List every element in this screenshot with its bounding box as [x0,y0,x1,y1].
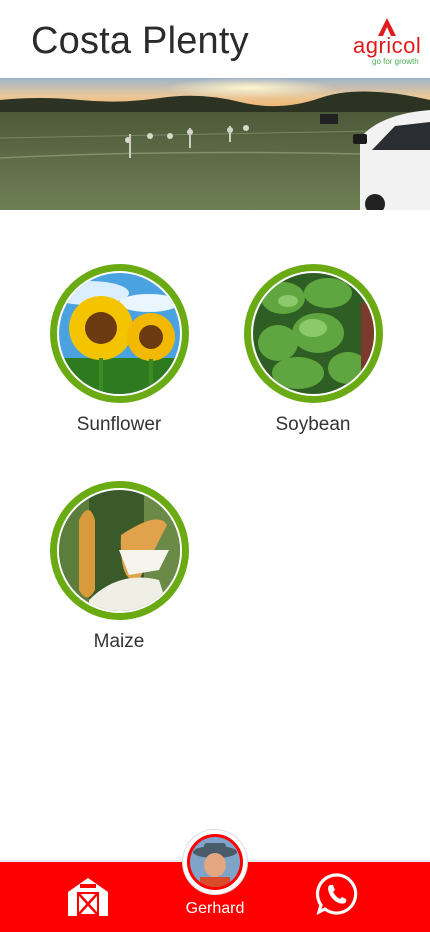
crop-image-ring [243,264,383,403]
crop-card-soybean[interactable]: Soybean [228,264,398,436]
crop-label: Soybean [275,414,351,435]
farm-banner-image [0,78,430,210]
maize-image [56,488,182,613]
crop-image-ring [49,481,189,620]
crop-label: Maize [93,631,145,652]
logo-wordmark: agricol [353,33,422,58]
page-title: Costa Plenty [31,20,249,62]
whatsapp-icon[interactable] [315,872,359,916]
crop-label: Sunflower [76,414,162,435]
agricol-logo: agricol go for growth [350,18,422,70]
profile-name[interactable]: Gerhard [165,900,265,918]
sunflower-image [56,271,182,396]
farm-icon[interactable] [66,876,110,916]
avatar [190,837,240,887]
crop-image-ring [49,264,189,403]
crop-card-sunflower[interactable]: Sunflower [34,264,204,436]
profile-avatar[interactable] [183,830,247,894]
crop-card-maize[interactable]: Maize [34,481,204,653]
app-header: Costa Plenty agricol go for growth [0,0,430,78]
logo-tagline: go for growth [372,57,419,66]
soybean-image [250,271,376,396]
